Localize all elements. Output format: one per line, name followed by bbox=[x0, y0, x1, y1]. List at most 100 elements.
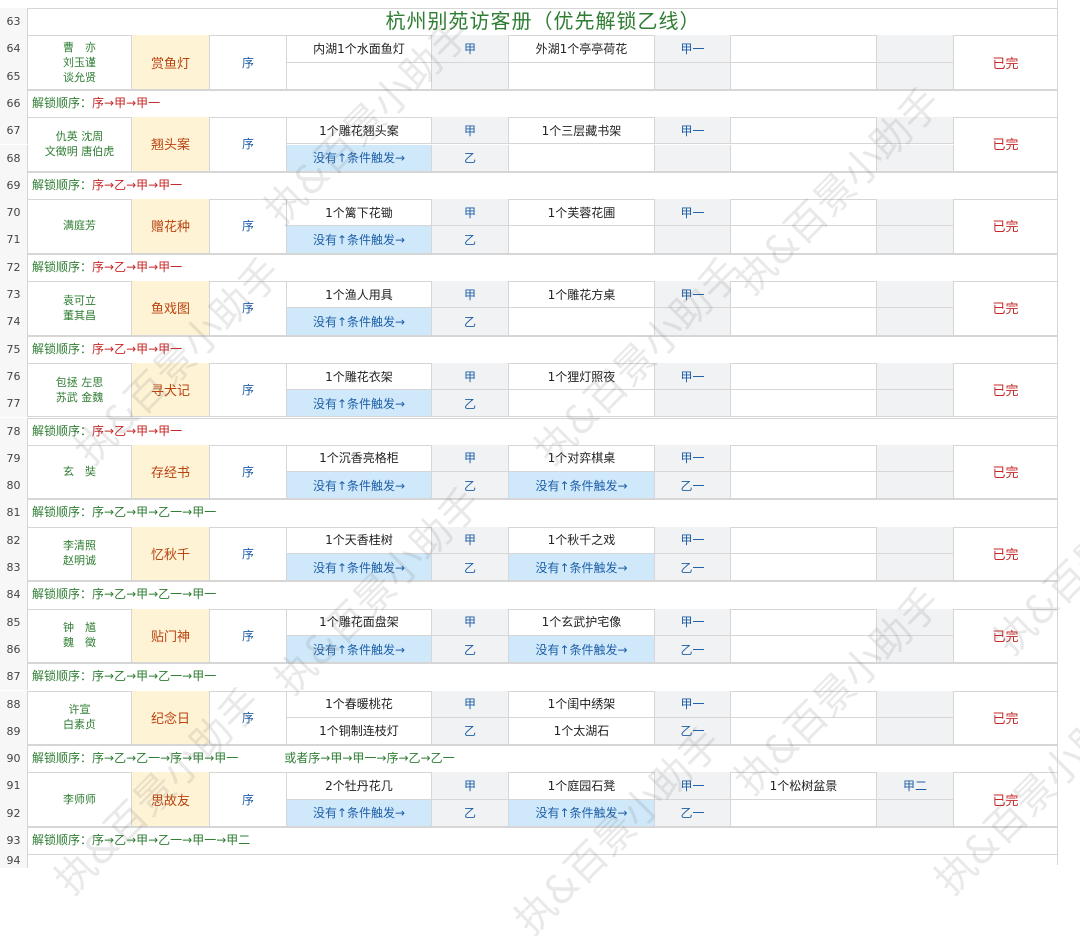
grade-cell[interactable] bbox=[877, 472, 954, 500]
item-cell[interactable] bbox=[731, 472, 877, 500]
grade-cell[interactable] bbox=[877, 35, 954, 63]
item-cell[interactable]: 1个雕花翘头案 bbox=[287, 117, 432, 145]
event-name[interactable]: 鱼戏图 bbox=[132, 281, 210, 336]
row-number[interactable]: 78 bbox=[0, 417, 28, 445]
row-number[interactable]: 67 bbox=[0, 117, 28, 145]
grade-cell[interactable]: 乙一 bbox=[655, 799, 731, 827]
row-number[interactable]: 91 bbox=[0, 772, 28, 800]
row-number[interactable]: 89 bbox=[0, 717, 28, 746]
grade-cell[interactable] bbox=[655, 226, 731, 254]
grade-cell[interactable]: 乙 bbox=[432, 799, 509, 827]
trigger-condition-cell[interactable]: 没有↑条件触发→ bbox=[287, 472, 432, 500]
grade-cell[interactable]: 甲 bbox=[432, 608, 509, 636]
item-cell[interactable]: 1个沉香亮格柜 bbox=[287, 444, 432, 473]
item-cell[interactable]: 1个雕花方桌 bbox=[509, 281, 655, 309]
trigger-condition-cell[interactable]: 没有↑条件触发→ bbox=[287, 635, 432, 664]
grade-cell[interactable]: 甲 bbox=[432, 281, 509, 309]
item-cell[interactable] bbox=[509, 226, 655, 254]
item-cell[interactable] bbox=[509, 390, 655, 418]
trigger-condition-cell[interactable]: 没有↑条件触发→ bbox=[287, 144, 432, 172]
grade-cell[interactable]: 乙一 bbox=[655, 635, 731, 664]
grade-cell[interactable] bbox=[877, 390, 954, 418]
event-name[interactable]: 寻犬记 bbox=[132, 362, 210, 418]
grade-cell[interactable] bbox=[877, 199, 954, 227]
item-cell[interactable] bbox=[731, 281, 877, 309]
grade-cell[interactable] bbox=[877, 554, 954, 582]
grade-cell[interactable] bbox=[655, 62, 731, 90]
item-cell[interactable] bbox=[731, 526, 877, 554]
grade-cell[interactable]: 甲 bbox=[432, 526, 509, 554]
row-number[interactable]: 87 bbox=[0, 663, 28, 691]
row-number[interactable]: 79 bbox=[0, 444, 28, 473]
grade-cell[interactable] bbox=[877, 717, 954, 746]
grade-cell[interactable]: 甲 bbox=[432, 690, 509, 718]
grade-cell[interactable]: 甲一 bbox=[655, 362, 731, 391]
item-cell[interactable] bbox=[731, 390, 877, 418]
item-cell[interactable]: 内湖1个水面鱼灯 bbox=[287, 35, 432, 63]
trigger-condition-cell[interactable]: 没有↑条件触发→ bbox=[287, 308, 432, 336]
event-name[interactable]: 翘头案 bbox=[132, 117, 210, 172]
sequence-cell[interactable]: 序 bbox=[210, 608, 287, 664]
item-cell[interactable]: 1个对弈棋桌 bbox=[509, 444, 655, 473]
item-cell[interactable] bbox=[731, 717, 877, 746]
grade-cell[interactable]: 甲 bbox=[432, 772, 509, 800]
grade-cell[interactable] bbox=[877, 144, 954, 172]
grade-cell[interactable]: 乙一 bbox=[655, 717, 731, 746]
item-cell[interactable] bbox=[731, 554, 877, 582]
grade-cell[interactable]: 甲 bbox=[432, 35, 509, 63]
grade-cell[interactable]: 乙一 bbox=[655, 554, 731, 582]
trigger-condition-cell[interactable]: 没有↑条件触发→ bbox=[287, 554, 432, 582]
trigger-condition-cell[interactable]: 没有↑条件触发→ bbox=[509, 554, 655, 582]
item-cell[interactable] bbox=[509, 144, 655, 172]
item-cell[interactable] bbox=[731, 635, 877, 664]
grade-cell[interactable] bbox=[877, 62, 954, 90]
row-number[interactable]: 82 bbox=[0, 526, 28, 554]
sequence-cell[interactable]: 序 bbox=[210, 772, 287, 827]
item-cell[interactable]: 1个秋千之戏 bbox=[509, 526, 655, 554]
row-number[interactable]: 75 bbox=[0, 335, 28, 363]
row-number[interactable]: 69 bbox=[0, 171, 28, 200]
trigger-condition-cell[interactable]: 没有↑条件触发→ bbox=[509, 635, 655, 664]
row-number[interactable]: 86 bbox=[0, 635, 28, 664]
item-cell[interactable]: 1个春暖桃花 bbox=[287, 690, 432, 718]
row-number[interactable]: 65 bbox=[0, 62, 28, 90]
grade-cell[interactable] bbox=[655, 144, 731, 172]
grade-cell[interactable]: 甲二 bbox=[877, 772, 954, 800]
row-number[interactable]: 63 bbox=[0, 8, 28, 36]
grade-cell[interactable]: 甲一 bbox=[655, 35, 731, 63]
grade-cell[interactable] bbox=[877, 444, 954, 473]
grade-cell[interactable]: 乙 bbox=[432, 472, 509, 500]
item-cell[interactable]: 1个太湖石 bbox=[509, 717, 655, 746]
row-number[interactable]: 72 bbox=[0, 253, 28, 281]
item-cell[interactable] bbox=[731, 117, 877, 145]
sequence-cell[interactable]: 序 bbox=[210, 690, 287, 746]
item-cell[interactable]: 1个篱下花锄 bbox=[287, 199, 432, 227]
row-number[interactable]: 70 bbox=[0, 199, 28, 227]
grade-cell[interactable] bbox=[877, 281, 954, 309]
row-number[interactable]: 66 bbox=[0, 89, 28, 118]
row-number[interactable]: 92 bbox=[0, 799, 28, 827]
row-number[interactable]: 80 bbox=[0, 472, 28, 500]
grade-cell[interactable] bbox=[877, 526, 954, 554]
row-number[interactable]: 73 bbox=[0, 281, 28, 309]
grade-cell[interactable] bbox=[877, 117, 954, 145]
item-cell[interactable] bbox=[731, 799, 877, 827]
item-cell[interactable]: 外湖1个亭亭荷花 bbox=[509, 35, 655, 63]
event-name[interactable]: 忆秋千 bbox=[132, 526, 210, 582]
trigger-condition-cell[interactable]: 没有↑条件触发→ bbox=[509, 799, 655, 827]
grade-cell[interactable]: 甲 bbox=[432, 117, 509, 145]
status-done[interactable]: 已完 bbox=[954, 444, 1058, 500]
item-cell[interactable] bbox=[731, 608, 877, 636]
row-number[interactable]: 88 bbox=[0, 690, 28, 718]
item-cell[interactable]: 1个三层藏书架 bbox=[509, 117, 655, 145]
status-done[interactable]: 已完 bbox=[954, 281, 1058, 336]
sequence-cell[interactable]: 序 bbox=[210, 362, 287, 418]
grade-cell[interactable] bbox=[877, 799, 954, 827]
item-cell[interactable] bbox=[731, 690, 877, 718]
grade-cell[interactable]: 甲一 bbox=[655, 608, 731, 636]
grade-cell[interactable]: 甲一 bbox=[655, 281, 731, 309]
row-number[interactable]: 93 bbox=[0, 827, 28, 855]
item-cell[interactable] bbox=[731, 308, 877, 336]
status-done[interactable]: 已完 bbox=[954, 608, 1058, 664]
trigger-condition-cell[interactable]: 没有↑条件触发→ bbox=[287, 226, 432, 254]
